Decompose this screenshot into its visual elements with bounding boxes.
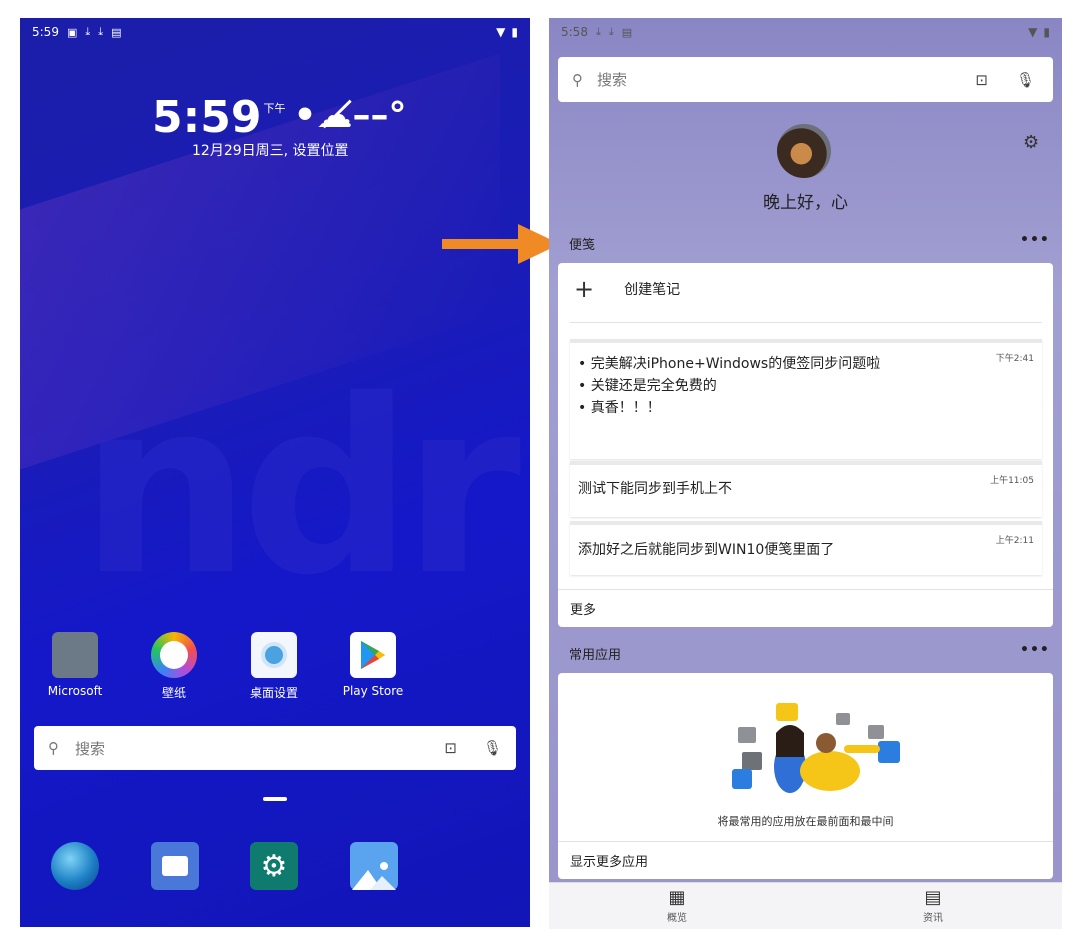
- search-bar[interactable]: ⚲ 搜索 ⊡ 🎙: [34, 726, 516, 770]
- search-bar[interactable]: ⚲ 搜索 ⊡ 🎙: [558, 57, 1053, 102]
- app-microsoft-folder[interactable]: Microsoft: [30, 632, 120, 698]
- pointer-arrow: [442, 224, 560, 264]
- download-icon: ⤓: [608, 25, 614, 38]
- search-input[interactable]: 搜索: [597, 69, 627, 90]
- date-location[interactable]: 12月29日周三, 设置位置: [192, 140, 349, 160]
- wallpaper-icon: [151, 632, 197, 678]
- people-illustration: [732, 703, 900, 793]
- note-timestamp: 上午11:05: [990, 476, 1034, 486]
- image-notification-icon: ▣: [66, 25, 78, 39]
- note-timestamp: 上午2:11: [995, 536, 1034, 546]
- app-drawer-handle[interactable]: [263, 797, 287, 801]
- clock-ampm: 下午: [263, 102, 286, 115]
- battery-icon: ▮: [511, 25, 518, 39]
- download-icon: ⤓: [98, 25, 104, 38]
- frequent-apps-card: 将最常用的应用放在最前面和最中间 显示更多应用: [558, 673, 1053, 879]
- left-phone-screen: ndr 5:59 ▣ ⤓ ⤓ ▤ ▼ ▮ 5:59 下午 •☁̸––° 12月2…: [20, 18, 530, 927]
- microphone-icon[interactable]: 🎙: [483, 739, 502, 757]
- divider: [558, 589, 1053, 590]
- status-bar: 5:58 ⤓ ⤓ ▤ ▼ ▮: [549, 18, 1062, 46]
- tab-news[interactable]: ▤ 资讯: [903, 887, 963, 924]
- note-timestamp: 下午2:41: [995, 354, 1034, 364]
- greeting: 晚上好，心: [763, 193, 848, 213]
- battery-icon: ▮: [1043, 25, 1050, 39]
- search-icon: ⚲: [572, 70, 583, 89]
- search-icon: ⚲: [48, 739, 59, 757]
- app-launcher-settings[interactable]: 桌面设置: [229, 632, 319, 701]
- show-more-apps-link[interactable]: 显示更多应用: [570, 851, 648, 870]
- download-icon: ⤓: [85, 25, 91, 38]
- notes-more-icon[interactable]: •••: [1020, 232, 1050, 248]
- tab-glance[interactable]: ▦ 概览: [647, 887, 707, 924]
- create-note-button[interactable]: + 创建笔记: [574, 277, 680, 301]
- apps-more-icon[interactable]: •••: [1020, 642, 1050, 658]
- briefcase-icon: ▤: [111, 25, 122, 39]
- edge-browser-icon[interactable]: [51, 842, 99, 890]
- note-item[interactable]: 测试下能同步到手机上不 上午11:05: [570, 461, 1042, 517]
- note-line: • 关键还是完全免费的: [578, 378, 717, 394]
- note-line: • 真香！！！: [578, 400, 661, 416]
- microsoft-folder-icon: [52, 632, 98, 678]
- notes-card: + 创建笔记 • 完美解决iPhone+Windows的便签同步问题啦 • 关键…: [558, 263, 1053, 627]
- note-line: • 完美解决iPhone+Windows的便签同步问题啦: [578, 356, 881, 372]
- news-icon: ▤: [924, 887, 942, 908]
- note-item[interactable]: 添加好之后就能同步到WIN10便笺里面了 上午2:11: [570, 521, 1042, 575]
- create-note-label: 创建笔记: [624, 282, 681, 298]
- right-phone-screen: 5:58 ⤓ ⤓ ▤ ▼ ▮ ⚲ 搜索 ⊡ 🎙 ⚙ 晚上好，心 便笺 ••• +…: [549, 18, 1062, 929]
- status-time: 5:58: [561, 25, 588, 39]
- lens-scan-icon[interactable]: ⊡: [975, 71, 988, 89]
- divider: [558, 841, 1053, 842]
- status-time: 5:59: [32, 25, 59, 39]
- app-label: Microsoft: [47, 684, 103, 698]
- wifi-icon: ▼: [496, 25, 506, 39]
- note-line: 添加好之后就能同步到WIN10便笺里面了: [578, 542, 835, 558]
- clock-widget[interactable]: 5:59 下午 •☁̸––°: [152, 96, 406, 140]
- notes-more-link[interactable]: 更多: [570, 599, 596, 618]
- wallpaper-graphic: ndr: [80, 348, 521, 628]
- notes-section-title: 便笺: [569, 238, 596, 253]
- bottom-navigation: ▦ 概览 ▤ 资讯: [549, 882, 1062, 929]
- microphone-icon[interactable]: 🎙: [1016, 71, 1035, 89]
- gallery-icon[interactable]: [350, 842, 398, 890]
- status-bar: 5:59 ▣ ⤓ ⤓ ▤ ▼ ▮: [20, 18, 530, 46]
- divider: [570, 322, 1042, 323]
- download-icon: ⤓: [595, 25, 601, 38]
- wifi-icon: ▼: [1028, 25, 1038, 39]
- settings-icon[interactable]: ⚙: [250, 842, 298, 890]
- briefcase-icon: ▤: [621, 25, 633, 39]
- plus-icon: +: [574, 275, 595, 303]
- lens-scan-icon[interactable]: ⊡: [444, 739, 457, 757]
- camera-icon[interactable]: [151, 842, 199, 890]
- apps-caption: 将最常用的应用放在最前面和最中间: [717, 815, 894, 828]
- glance-grid-icon: ▦: [668, 887, 686, 908]
- play-store-icon: [350, 632, 396, 678]
- note-line: 测试下能同步到手机上不: [578, 481, 732, 497]
- avatar[interactable]: [777, 124, 831, 178]
- app-label: 壁纸: [161, 686, 186, 700]
- app-label: 桌面设置: [249, 686, 298, 700]
- launcher-settings-icon: [251, 632, 297, 678]
- clock-time: 5:59: [152, 92, 262, 143]
- gear-icon[interactable]: ⚙: [1023, 132, 1039, 153]
- search-input[interactable]: 搜索: [75, 738, 105, 759]
- tab-label: 资讯: [923, 913, 943, 924]
- tab-label: 概览: [667, 913, 687, 924]
- app-label: Play Store: [342, 684, 404, 698]
- app-wallpaper[interactable]: 壁纸: [129, 632, 219, 701]
- weather-cloud-icon: •☁̸––°: [293, 95, 407, 136]
- apps-section-title: 常用应用: [569, 648, 622, 663]
- app-play-store[interactable]: Play Store: [328, 632, 418, 698]
- note-item[interactable]: • 完美解决iPhone+Windows的便签同步问题啦 • 关键还是完全免费的…: [570, 339, 1042, 459]
